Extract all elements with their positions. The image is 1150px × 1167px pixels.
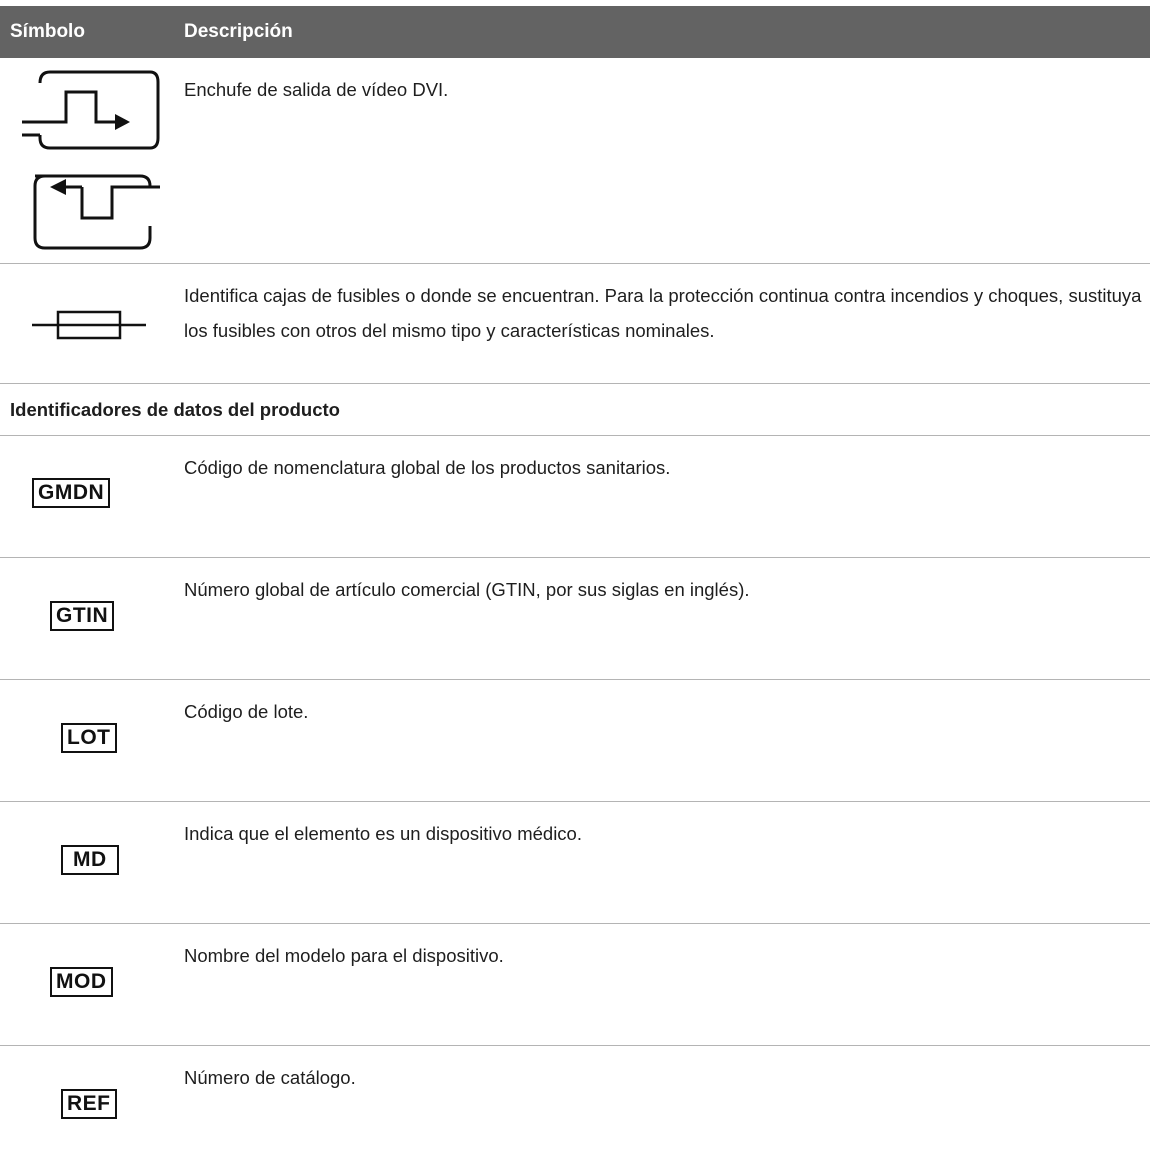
table-row: MOD Nombre del modelo para el dispositiv… (0, 924, 1150, 1046)
table-row: Enchufe de salida de vídeo DVI. (0, 58, 1150, 264)
symbol-label: REF (61, 1089, 117, 1119)
symbol-label: MOD (50, 967, 113, 997)
table-row: MD Indica que el elemento es un disposit… (0, 802, 1150, 924)
row-description: Enchufe de salida de vídeo DVI. (184, 79, 449, 100)
table-row: REF Número de catálogo. (0, 1046, 1150, 1167)
symbol-label: GMDN (32, 478, 111, 508)
row-description: Número global de artículo comercial (GTI… (184, 579, 750, 600)
table-row: Identifica cajas de fusibles o donde se … (0, 264, 1150, 384)
row-description: Nombre del modelo para el dispositivo. (184, 945, 504, 966)
section-heading: Identificadores de datos del producto (0, 384, 1150, 436)
gtin-symbol-icon: GTIN (0, 558, 170, 679)
mod-symbol-icon: MOD (0, 924, 170, 1045)
description-column-header: Descripción (184, 21, 293, 42)
ref-symbol-icon: REF (0, 1046, 170, 1167)
symbol-column-header: Símbolo (10, 21, 85, 42)
row-description: Número de catálogo. (184, 1067, 356, 1088)
row-description: Identifica cajas de fusibles o donde se … (184, 285, 1142, 341)
row-description: Código de lote. (184, 701, 309, 722)
symbol-label: MD (61, 845, 119, 875)
row-description: Indica que el elemento es un dispositivo… (184, 823, 582, 844)
fuse-icon (0, 264, 170, 383)
table-header: Símbolo Descripción (0, 6, 1150, 58)
md-symbol-icon: MD (0, 802, 170, 923)
table-row: GMDN Código de nomenclatura global de lo… (0, 436, 1150, 558)
table-row: LOT Código de lote. (0, 680, 1150, 802)
row-description: Código de nomenclatura global de los pro… (184, 457, 671, 478)
section-title: Identificadores de datos del producto (10, 399, 340, 420)
gmdn-symbol-icon: GMDN (0, 436, 170, 557)
dvi-video-output-icon (0, 58, 170, 263)
table-row: GTIN Número global de artículo comercial… (0, 558, 1150, 680)
symbols-table: Símbolo Descripción Enchufe de salida de… (0, 6, 1150, 1167)
symbol-label: LOT (61, 723, 117, 753)
symbol-label: GTIN (50, 601, 115, 631)
lot-symbol-icon: LOT (0, 680, 170, 801)
